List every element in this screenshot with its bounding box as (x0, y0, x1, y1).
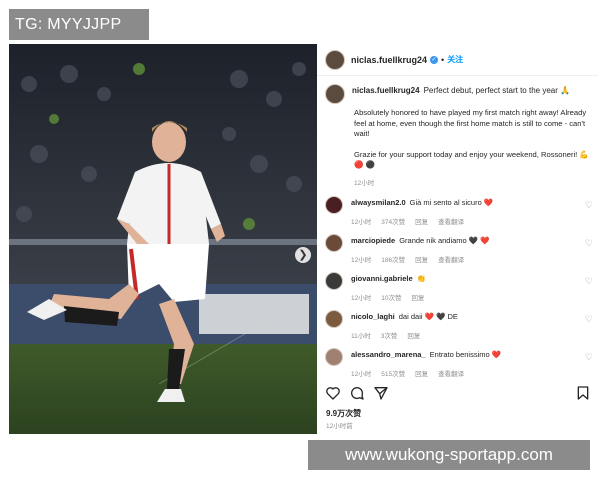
comment-likes[interactable]: 3次赞 (381, 330, 398, 340)
comment-translate-button[interactable]: 查看翻译 (438, 254, 464, 264)
comment-translate-button[interactable]: 查看翻译 (438, 368, 464, 378)
follow-button[interactable]: 关注 (447, 54, 463, 65)
comment-item: alwaysmilan2.0 Già mi sento al sicuro ❤️… (325, 196, 597, 228)
comment-text: Già mi sento al sicuro ❤️ (409, 198, 494, 207)
dot-separator: • (441, 54, 445, 65)
comment-item: giovanni.gabriele 👏 12小时 10次赞 回复 ♡ (325, 272, 597, 304)
comment-heart-icon[interactable]: ♡ (585, 352, 593, 363)
comment-reply-button[interactable]: 回复 (407, 330, 420, 340)
comment-heart-icon[interactable]: ♡ (585, 314, 593, 325)
comment-time: 12小时 (351, 219, 372, 226)
caption-paragraph-2: Grazie for your support today and enjoy … (354, 149, 589, 170)
post-caption: niclas.fuellkrug24 Perfect debut, perfec… (325, 84, 593, 187)
post-side-panel: niclas.fuellkrug24 ✓ • 关注 niclas.fuellkr… (317, 44, 598, 434)
share-icon[interactable] (373, 385, 389, 401)
comment-heart-icon[interactable]: ♡ (585, 276, 593, 287)
caption-first-line: Perfect debut, perfect start to the year… (423, 86, 571, 95)
post-header: niclas.fuellkrug24 ✓ • 关注 (317, 44, 598, 76)
comment-reply-button[interactable]: 回复 (415, 254, 428, 264)
comment-username[interactable]: alwaysmilan2.0 (351, 198, 406, 207)
comment-item: marciopiede Grande nik andiamo 🖤 ❤️ 12小时… (325, 234, 597, 266)
comment-time: 12小时 (351, 257, 372, 264)
comment-icon[interactable] (349, 385, 365, 401)
comment-likes[interactable]: 186次赞 (381, 254, 405, 264)
comment-avatar[interactable] (325, 234, 343, 252)
comment-avatar[interactable] (325, 272, 343, 290)
avatar[interactable] (325, 49, 345, 70)
bookmark-icon[interactable] (575, 385, 591, 401)
caption-paragraph-1: Absolutely honored to have played my fir… (354, 108, 587, 138)
comment-reply-button[interactable]: 回复 (415, 368, 428, 378)
comment-translate-button[interactable]: 查看翻译 (438, 216, 464, 226)
header-username[interactable]: niclas.fuellkrug24 (351, 55, 427, 65)
caption-avatar[interactable] (325, 84, 345, 104)
comment-item: alessandro_marena_ Entrato benissimo ❤️ … (325, 348, 597, 380)
comment-username[interactable]: marciopiede (351, 236, 395, 245)
next-image-button[interactable]: ❯ (295, 247, 311, 263)
comment-username[interactable]: giovanni.gabriele (351, 274, 413, 283)
caption-time: 12小时 (354, 179, 375, 187)
comment-likes[interactable]: 515次赞 (381, 368, 405, 378)
comment-reply-button[interactable]: 回复 (415, 216, 428, 226)
football-player-image (9, 44, 317, 434)
comment-avatar[interactable] (325, 196, 343, 214)
watermark-top: TG: MYYJJPP (9, 9, 149, 40)
comment-likes[interactable]: 374次赞 (381, 216, 405, 226)
comment-reply-button[interactable]: 回复 (411, 292, 424, 302)
comment-time: 12小时 (351, 371, 372, 378)
likes-count[interactable]: 9.9万次赞 (326, 408, 361, 419)
comment-time: 11小时 (351, 333, 371, 340)
action-bar (325, 384, 593, 402)
comment-text: 👏 (416, 274, 427, 283)
comment-avatar[interactable] (325, 310, 343, 328)
caption-username[interactable]: niclas.fuellkrug24 (352, 86, 420, 95)
comment-heart-icon[interactable]: ♡ (585, 238, 593, 249)
comment-text: dai daii ❤️ 🖤 DE (398, 312, 458, 321)
comment-text: Entrato benissimo ❤️ (429, 350, 502, 359)
comment-username[interactable]: alessandro_marena_ (351, 350, 426, 359)
comment-heart-icon[interactable]: ♡ (585, 200, 593, 211)
heart-icon[interactable] (325, 385, 341, 401)
post-time: 12小时前 (326, 423, 353, 430)
instagram-post: ❯ niclas.fuellkrug24 ✓ • 关注 niclas.fuell… (9, 44, 598, 434)
comment-username[interactable]: nicolo_laghi (351, 312, 395, 321)
comment-text: Grande nik andiamo 🖤 ❤️ (399, 236, 490, 245)
watermark-bottom: www.wukong-sportapp.com (308, 440, 590, 470)
verified-badge-icon: ✓ (430, 55, 439, 64)
comment-time: 12小时 (351, 295, 372, 302)
comment-likes[interactable]: 10次赞 (381, 292, 401, 302)
comment-item: nicolo_laghi dai daii ❤️ 🖤 DE 11小时 3次赞 回… (325, 310, 597, 342)
post-photo[interactable]: ❯ (9, 44, 317, 434)
comment-avatar[interactable] (325, 348, 343, 366)
